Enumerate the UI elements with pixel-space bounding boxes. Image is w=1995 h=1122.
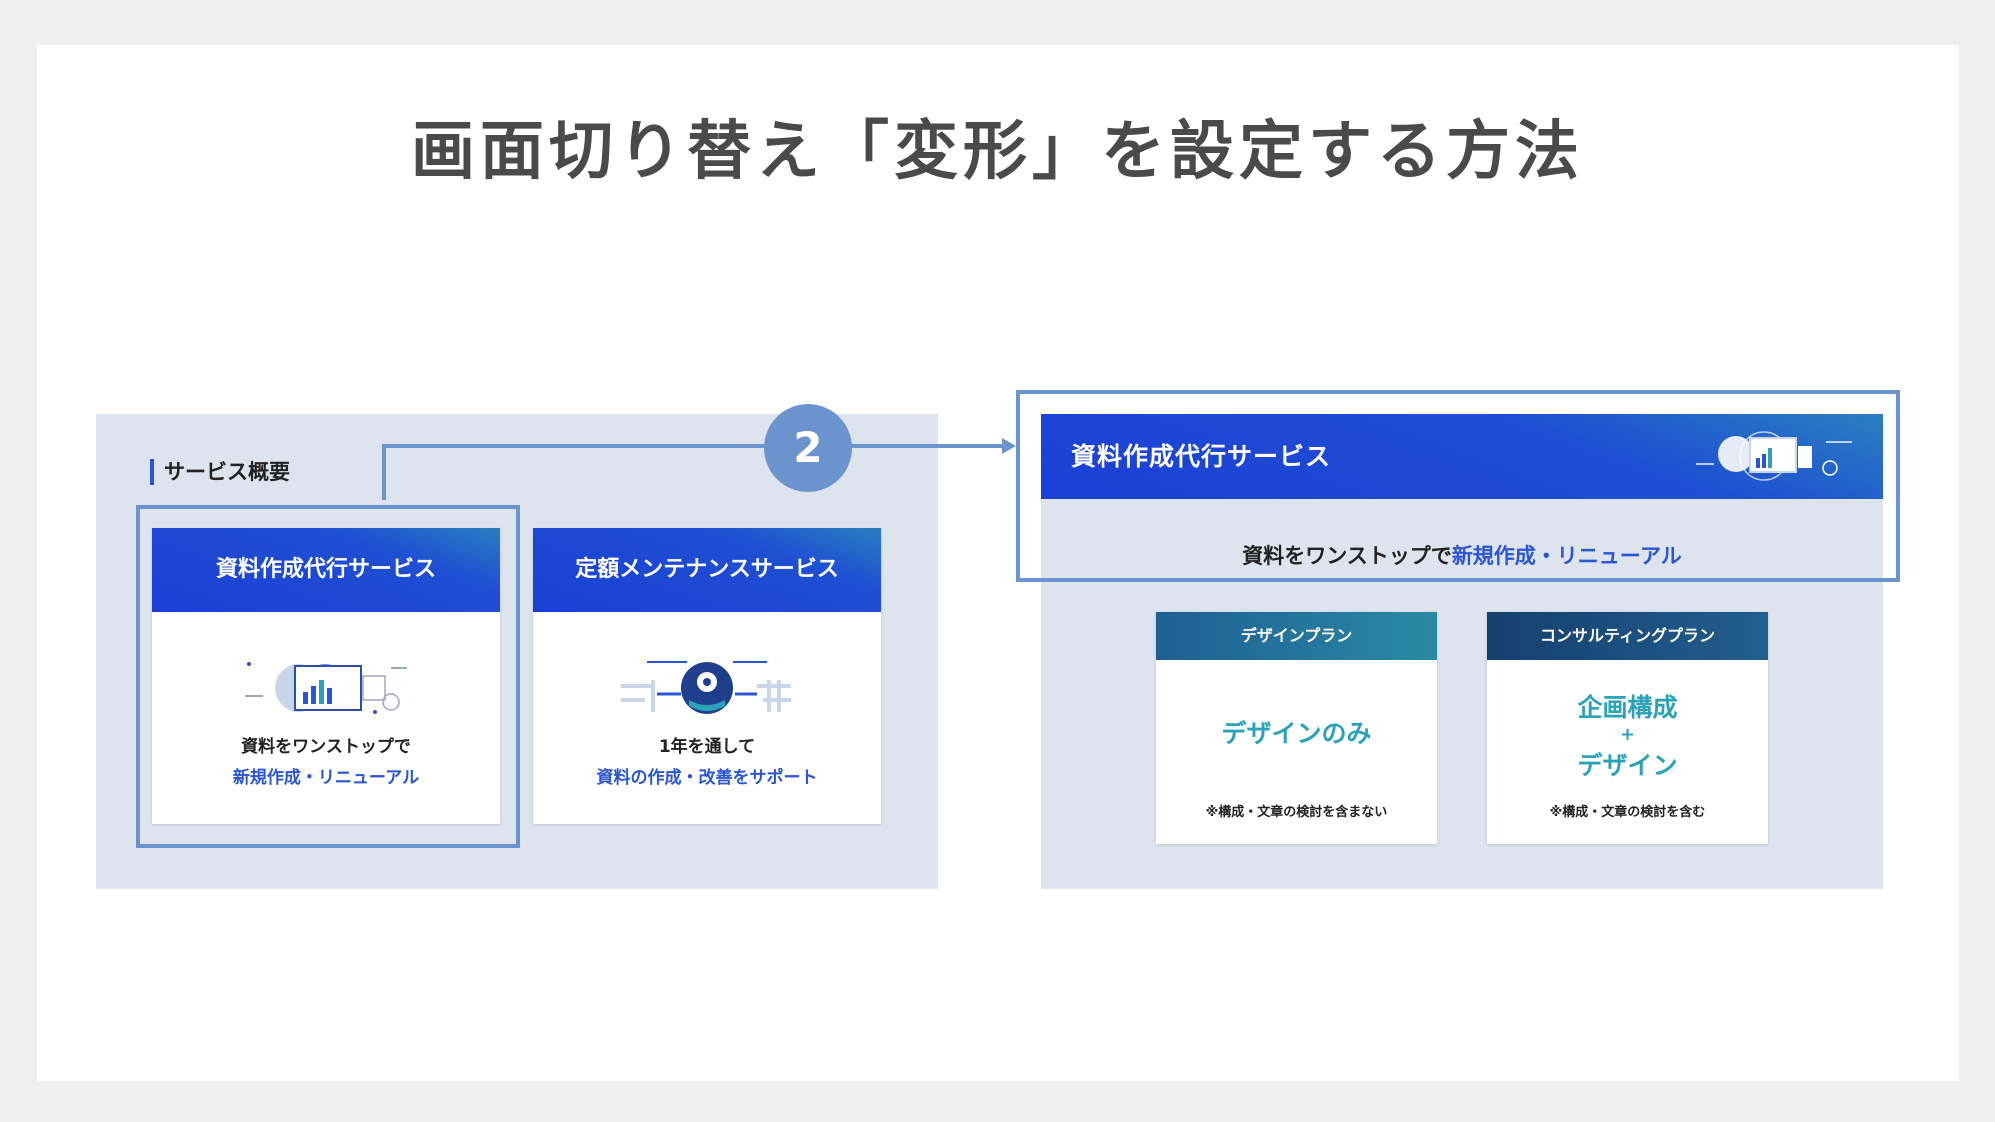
plan-note: ※構成・文章の検討を含む: [1549, 805, 1706, 820]
plan-note: ※構成・文章の検討を含まない: [1205, 805, 1388, 820]
plan-title: デザインプラン: [1156, 612, 1437, 660]
plan-plus: +: [1619, 724, 1636, 745]
plan-card-consulting: コンサルティングプラン 企画構成 + デザイン ※構成・文章の検討を含む: [1487, 612, 1768, 844]
step-badge: 2: [764, 404, 852, 492]
selection-highlight-target: [1016, 390, 1900, 582]
connector-line: [382, 444, 1006, 500]
plan-card-design: デザインプラン デザインのみ ※構成・文章の検討を含まない: [1156, 612, 1437, 844]
arrow-head-icon: [1002, 438, 1016, 454]
plan-content-line2: デザイン: [1577, 751, 1678, 780]
plan-title: コンサルティングプラン: [1487, 612, 1768, 660]
plan-content: デザインのみ: [1221, 719, 1372, 748]
plan-content-line1: 企画構成: [1577, 693, 1678, 722]
